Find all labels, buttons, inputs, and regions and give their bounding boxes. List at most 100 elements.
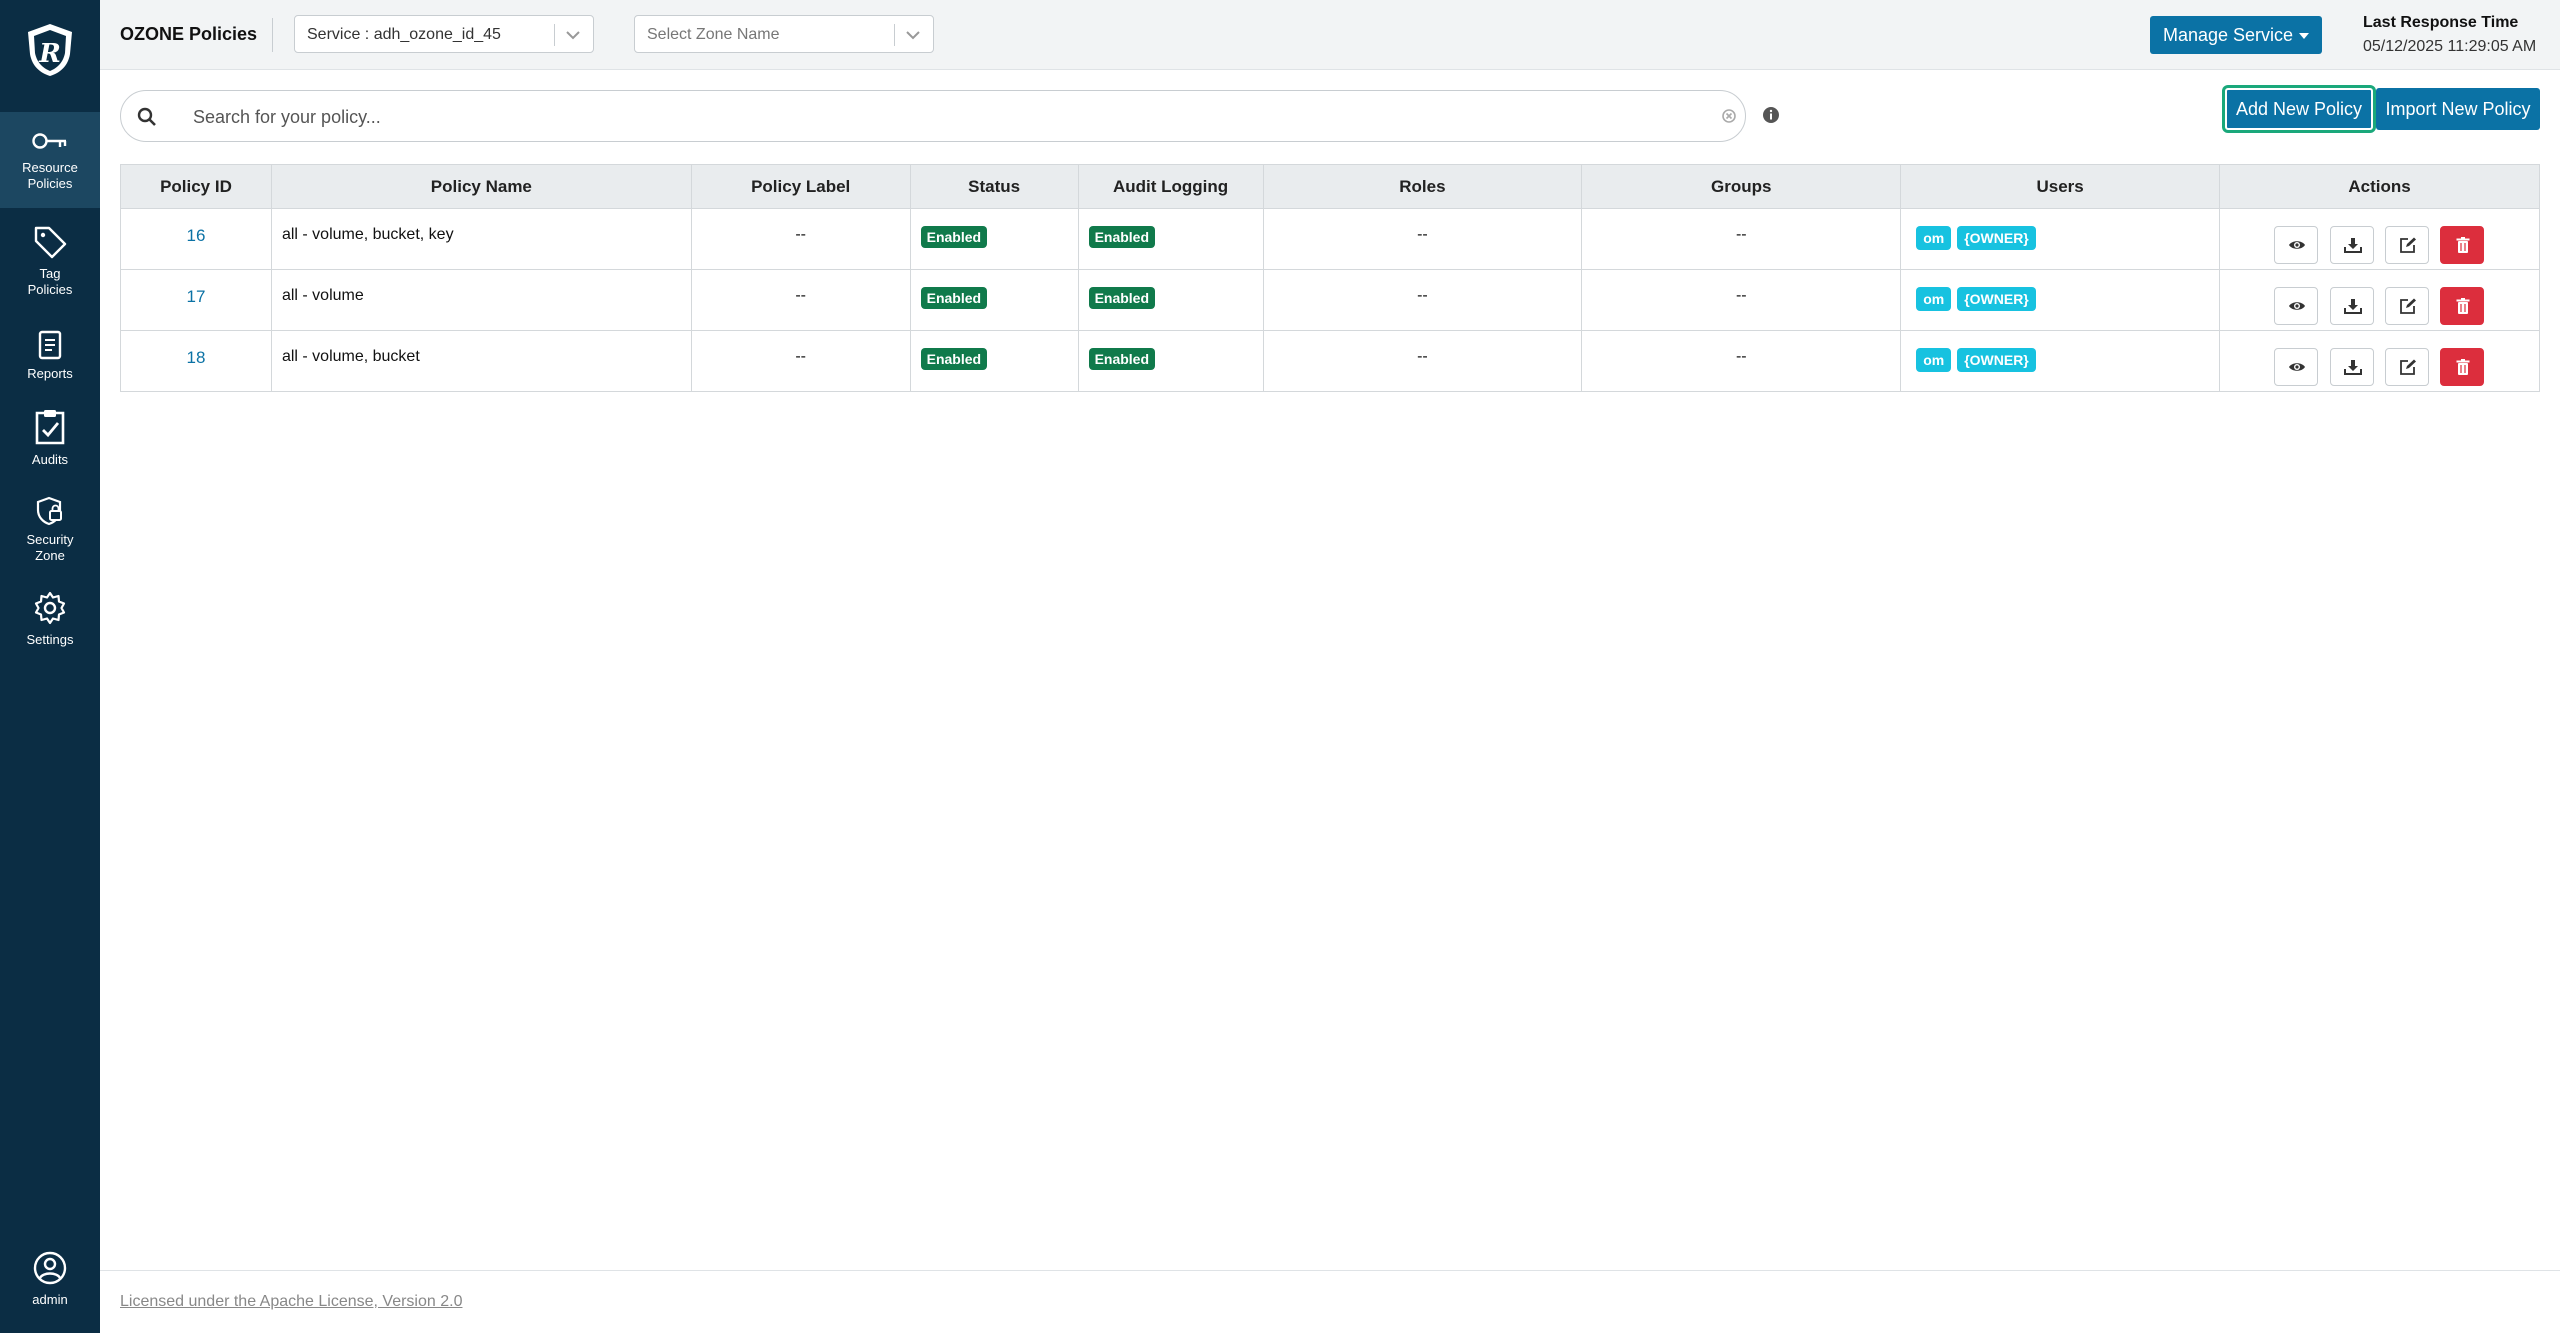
import-new-policy-button[interactable]: Import New Policy: [2376, 88, 2540, 130]
audit-cell: Enabled: [1077, 269, 1264, 331]
column-header-groups: Groups: [1581, 164, 1902, 209]
column-header-roles: Roles: [1262, 164, 1583, 209]
export-button[interactable]: [2329, 226, 2374, 264]
add-new-policy-button[interactable]: Add New Policy: [2225, 88, 2373, 130]
column-header-audit-logging: Audit Logging: [1077, 164, 1264, 209]
table-row: 17 all - volume -- Enabled Enabled -- --…: [120, 269, 2540, 331]
delete-button[interactable]: [2440, 348, 2485, 386]
audit-badge: Enabled: [1088, 226, 1156, 248]
eye-icon: [2289, 363, 2306, 371]
user-name: admin: [32, 1292, 68, 1307]
policy-id-link[interactable]: 18: [187, 348, 206, 367]
column-header-policy-id[interactable]: Policy ID: [120, 164, 272, 209]
download-icon: [2343, 238, 2362, 253]
table-header-row: Policy ID Policy Name Policy Label Statu…: [120, 164, 2540, 209]
policy-id-cell: 17: [120, 269, 272, 331]
policy-id-link[interactable]: 16: [187, 226, 206, 245]
select-separator: [554, 24, 555, 46]
audit-badge: Enabled: [1088, 348, 1156, 370]
clear-icon[interactable]: [1721, 108, 1737, 124]
users-cell: om {OWNER}: [1900, 269, 2221, 331]
groups: --: [1581, 330, 1902, 392]
zone-select[interactable]: Select Zone Name: [634, 15, 934, 53]
user-circle-icon: [33, 1251, 67, 1285]
view-button[interactable]: [2274, 287, 2319, 325]
sidebar: R Resource Policies Tag Policies Reports…: [0, 0, 100, 1333]
ranger-logo[interactable]: R: [24, 22, 76, 78]
status-badge: Enabled: [920, 287, 988, 309]
search-input[interactable]: [193, 103, 1673, 131]
edit-button[interactable]: [2384, 287, 2429, 325]
shield-lock-icon: [36, 496, 62, 526]
actions-cell: [2219, 208, 2540, 270]
edit-button[interactable]: [2384, 348, 2429, 386]
clipboard-check-icon: [35, 410, 65, 445]
policy-name: all - volume, bucket, key: [270, 208, 692, 270]
trash-icon: [2456, 359, 2470, 375]
policy-id-cell: 18: [120, 330, 272, 392]
page-title: OZONE Policies: [120, 24, 258, 44]
key-icon: [32, 133, 67, 149]
sidebar-item-label: Reports: [27, 366, 73, 381]
chevron-down-icon: [566, 31, 580, 40]
edit-icon: [2400, 237, 2416, 253]
user-badge: om: [1916, 348, 1952, 372]
policy-id-link[interactable]: 17: [187, 287, 206, 306]
policy-label: --: [690, 208, 911, 270]
edit-icon: [2400, 298, 2416, 314]
edit-button[interactable]: [2384, 226, 2429, 264]
manage-service-button[interactable]: Manage Service: [2150, 16, 2322, 54]
license-link[interactable]: Licensed under the Apache License, Versi…: [120, 1293, 462, 1311]
table-row: 16 all - volume, bucket, key -- Enabled …: [120, 208, 2540, 270]
column-header-policy-name[interactable]: Policy Name: [270, 164, 692, 209]
sidebar-item-label: Security Zone: [26, 532, 74, 563]
user-badge: {OWNER}: [1957, 287, 2036, 311]
column-header-policy-label: Policy Label: [690, 164, 911, 209]
download-icon: [2343, 360, 2362, 375]
roles: --: [1262, 330, 1583, 392]
status-badge: Enabled: [920, 226, 988, 248]
view-button[interactable]: [2274, 226, 2319, 264]
audit-cell: Enabled: [1077, 330, 1264, 392]
zone-select-placeholder: Select Zone Name: [647, 26, 780, 43]
status-cell: Enabled: [909, 269, 1079, 331]
info-icon[interactable]: [1762, 106, 1780, 124]
delete-button[interactable]: [2440, 287, 2485, 325]
view-button[interactable]: [2274, 348, 2319, 386]
groups: --: [1581, 208, 1902, 270]
groups: --: [1581, 269, 1902, 331]
select-separator: [894, 24, 895, 46]
service-select[interactable]: Service : adh_ozone_id_45: [294, 15, 594, 53]
header-divider: [272, 18, 273, 52]
user-badge: om: [1916, 287, 1952, 311]
export-button[interactable]: [2329, 287, 2374, 325]
sidebar-item-settings[interactable]: Settings: [0, 590, 100, 656]
policy-id-cell: 16: [120, 208, 272, 270]
audit-cell: Enabled: [1077, 208, 1264, 270]
sidebar-item-label: Settings: [26, 632, 74, 647]
sidebar-item-audits[interactable]: Audits: [0, 408, 100, 474]
user-menu[interactable]: admin: [0, 1250, 100, 1316]
table-row: 18 all - volume, bucket -- Enabled Enabl…: [120, 330, 2540, 392]
status-badge: Enabled: [920, 348, 988, 370]
delete-button[interactable]: [2440, 226, 2485, 264]
gear-icon: [34, 591, 66, 625]
sidebar-item-reports[interactable]: Reports: [0, 330, 100, 390]
search-icon: [137, 107, 156, 126]
service-select-value: Service : adh_ozone_id_45: [307, 26, 501, 43]
status-cell: Enabled: [909, 330, 1079, 392]
sidebar-item-tag-policies[interactable]: Tag Policies: [0, 224, 100, 310]
audit-badge: Enabled: [1088, 287, 1156, 309]
trash-icon: [2456, 237, 2470, 253]
export-button[interactable]: [2329, 348, 2374, 386]
download-icon: [2343, 299, 2362, 314]
users-cell: om {OWNER}: [1900, 330, 2221, 392]
user-badge: om: [1916, 226, 1952, 250]
sidebar-item-label: Tag Policies: [27, 266, 73, 297]
manage-service-label: Manage Service: [2162, 24, 2294, 45]
sidebar-item-label: Audits: [31, 452, 69, 467]
column-header-actions: Actions: [2219, 164, 2540, 209]
column-header-users: Users: [1900, 164, 2221, 209]
sidebar-item-resource-policies[interactable]: Resource Policies: [0, 112, 100, 208]
sidebar-item-security-zone[interactable]: Security Zone: [0, 496, 100, 586]
